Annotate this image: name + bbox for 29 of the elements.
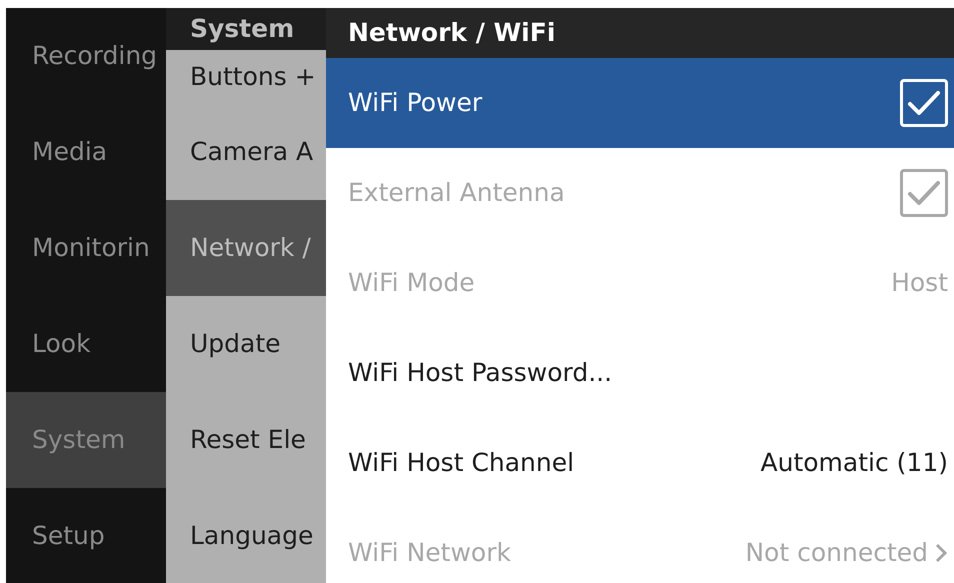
- setting-label: WiFi Mode: [348, 267, 475, 300]
- sidebar-item[interactable]: Recording: [6, 8, 166, 104]
- submenu-title: System: [166, 8, 326, 50]
- settings-row[interactable]: WiFi Host Password...: [326, 328, 954, 418]
- submenu-item[interactable]: Reset Ele: [166, 392, 326, 488]
- setting-value: Not connected: [745, 537, 928, 570]
- sidebar-item[interactable]: Look: [6, 296, 166, 392]
- checkmark-icon: [907, 179, 941, 207]
- submenu-item[interactable]: Language: [166, 488, 326, 583]
- submenu-item[interactable]: Network /: [166, 200, 326, 296]
- setting-label: WiFi Network: [348, 537, 511, 570]
- panel-title: Network / WiFi: [326, 8, 954, 58]
- setting-value: Automatic (11): [760, 447, 948, 480]
- settings-row[interactable]: WiFi Power: [326, 58, 954, 148]
- chevron-right-icon: [934, 542, 948, 564]
- setting-value: Host: [891, 267, 948, 300]
- sidebar-item[interactable]: Media: [6, 104, 166, 200]
- submenu-item[interactable]: Update: [166, 296, 326, 392]
- settings-row[interactable]: WiFi Host Channel Automatic (11): [326, 418, 954, 508]
- setting-label: WiFi Host Password...: [348, 357, 612, 390]
- checkmark-icon: [907, 89, 941, 117]
- setting-label: WiFi Power: [348, 87, 482, 120]
- sidebar-item[interactable]: Setup: [6, 488, 166, 583]
- sidebar-item[interactable]: Monitorin: [6, 200, 166, 296]
- setting-label: External Antenna: [348, 177, 565, 210]
- sidebar-item[interactable]: System: [6, 392, 166, 488]
- submenu-item[interactable]: Buttons +: [166, 50, 326, 104]
- submenu-item[interactable]: Camera A: [166, 104, 326, 200]
- setting-label: WiFi Host Channel: [348, 447, 574, 480]
